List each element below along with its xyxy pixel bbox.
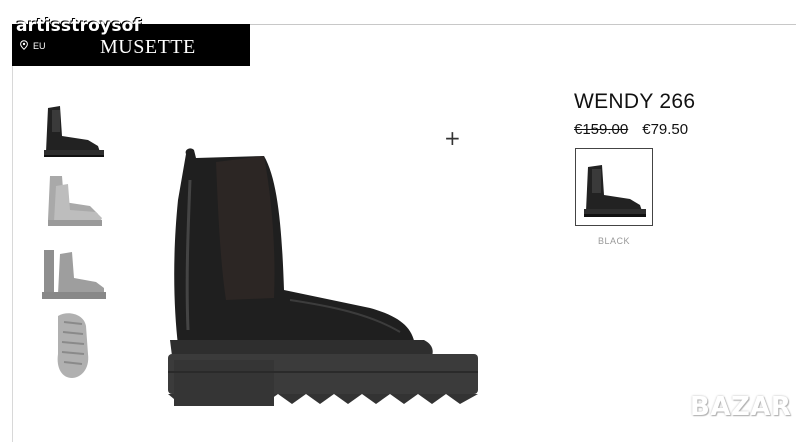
region-label: EU xyxy=(33,41,46,51)
location-pin-icon xyxy=(19,40,29,52)
brand-logo[interactable]: MUSETTE xyxy=(100,36,196,59)
thumbnail-back-view[interactable] xyxy=(38,244,110,308)
color-swatch-label: BLACK xyxy=(597,236,630,246)
price-row: €159.00 €79.50 xyxy=(574,121,688,138)
thumbnail-sole-view[interactable] xyxy=(38,310,110,380)
thumbnail-side-view[interactable] xyxy=(38,100,110,164)
watermark-text: artisstroysof xyxy=(16,16,142,36)
main-product-image[interactable] xyxy=(160,140,490,415)
product-title: WENDY 266 xyxy=(574,90,696,113)
color-swatch-black[interactable] xyxy=(575,148,653,226)
region-selector[interactable]: EU xyxy=(19,40,46,52)
bazar-watermark-logo: BAZAR xyxy=(690,392,792,422)
sale-price: €79.50 xyxy=(642,121,689,138)
thumbnail-pair-view[interactable] xyxy=(38,172,110,236)
original-price: €159.00 xyxy=(574,121,629,138)
